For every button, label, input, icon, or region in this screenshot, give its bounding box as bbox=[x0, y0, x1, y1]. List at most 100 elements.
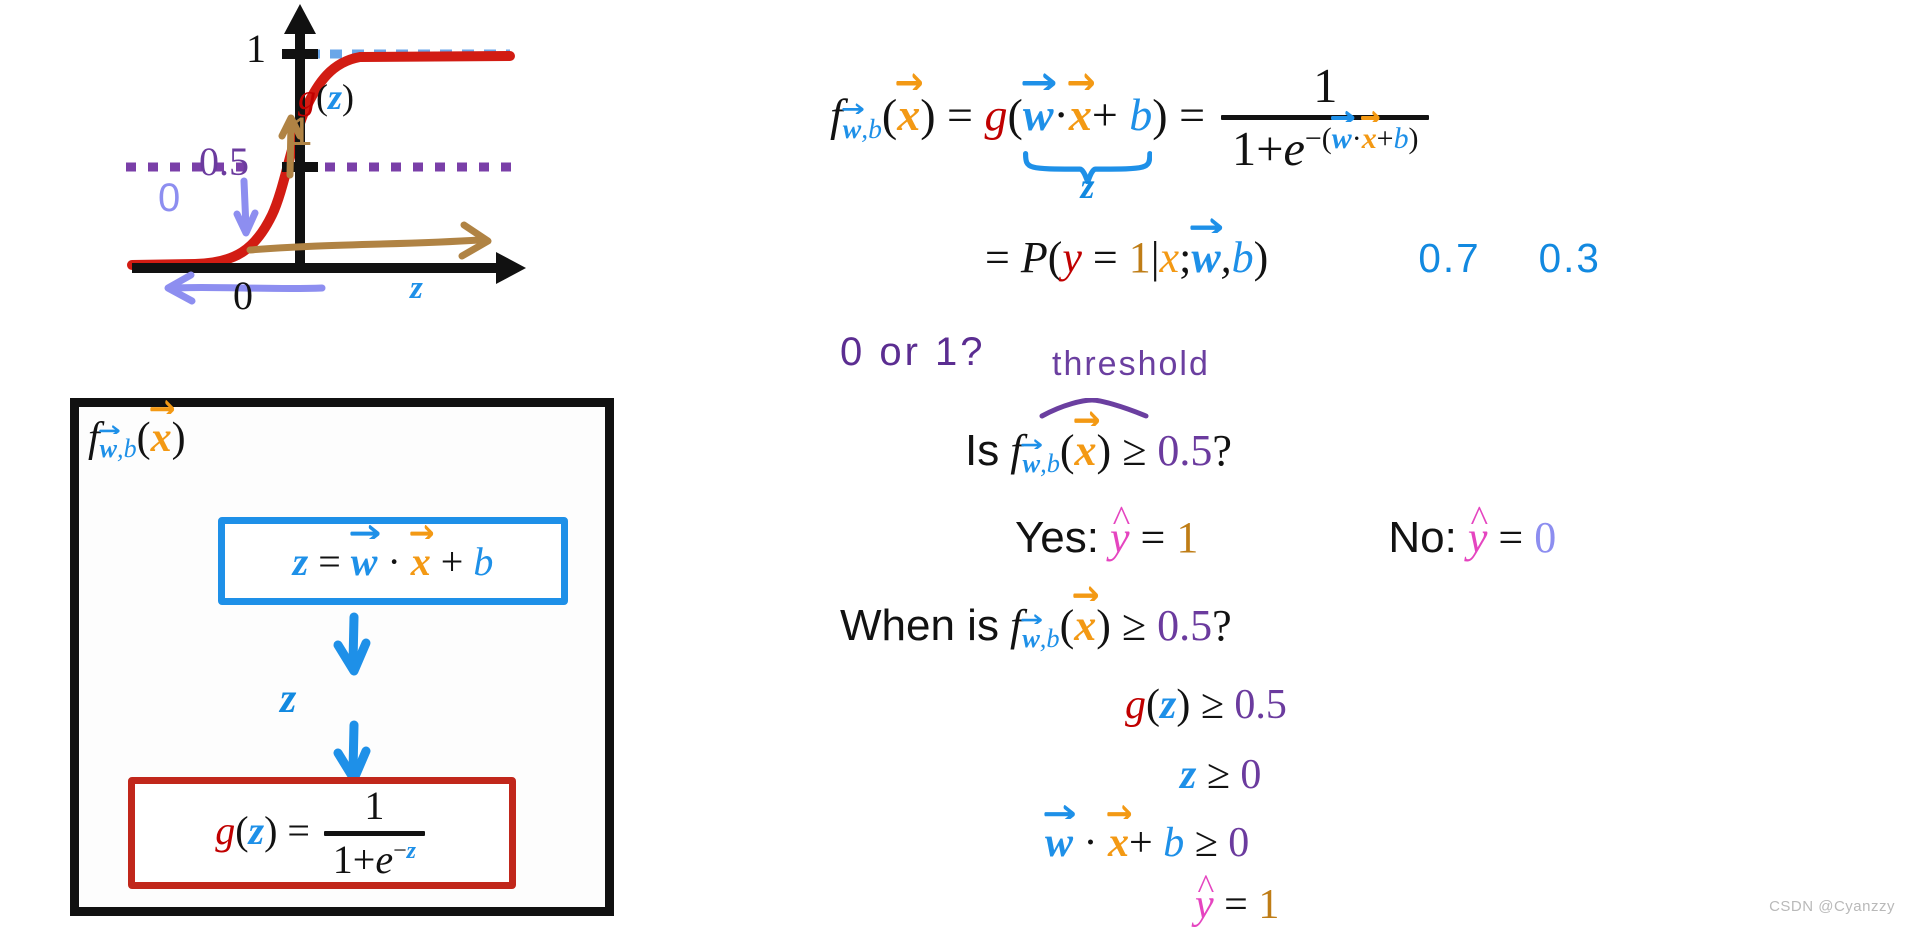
prob-semicolon: ; bbox=[1179, 233, 1192, 282]
wxb-geq: ≥ bbox=[1194, 820, 1218, 866]
main-den-one: 1 bbox=[1232, 123, 1257, 177]
y-tick-label-half: 0.5 bbox=[199, 139, 249, 184]
curve-label-z: z bbox=[328, 77, 343, 117]
no-eq: = bbox=[1498, 513, 1524, 562]
main-w2: w bbox=[1022, 73, 1056, 138]
yes-yhat: ^ y bbox=[1110, 499, 1130, 562]
hat-icon: ^ bbox=[1196, 866, 1212, 907]
main-f: f bbox=[830, 89, 843, 141]
wxb-b: b bbox=[1163, 820, 1185, 866]
is-comma: , bbox=[1040, 448, 1047, 479]
zline-z: z bbox=[1180, 752, 1197, 798]
curve-label-paren-open: ( bbox=[316, 77, 328, 117]
yhat-conclusion: ^ y = 1 bbox=[1195, 869, 1280, 929]
arrow-down-bottom bbox=[333, 720, 371, 784]
vector-arrow-icon bbox=[1021, 438, 1043, 449]
is-b: b bbox=[1046, 448, 1060, 479]
prob-y: y bbox=[1062, 233, 1082, 282]
plot-graphics bbox=[126, 4, 526, 305]
sigmoid-equation: g(z) = 1 1+e−z bbox=[215, 785, 429, 881]
is-x: x bbox=[1073, 410, 1099, 473]
yhat-value: 1 bbox=[1258, 882, 1280, 928]
wxb-inequality: w · x+ b ≥ 0 bbox=[1044, 804, 1249, 867]
main-equation: f w,b(x) = g(w· x+ b z) = 1 1+e−(w· x+b) bbox=[830, 60, 1434, 206]
when-question: ? bbox=[1212, 601, 1232, 650]
prob-one: 1 bbox=[1128, 233, 1151, 282]
when-geq: ≥ bbox=[1121, 601, 1147, 650]
main-frac-den: 1+e−(w· x+b) bbox=[1221, 111, 1429, 177]
main-g-paren-close: ) bbox=[1152, 89, 1168, 141]
prob-value-high: 0.7 bbox=[1418, 235, 1481, 281]
yes-eq: = bbox=[1140, 513, 1166, 562]
no-label: No: bbox=[1388, 513, 1457, 562]
is-paren-close: ) bbox=[1096, 426, 1112, 475]
paren-close: ) bbox=[264, 807, 278, 853]
prob-paren-close: ) bbox=[1253, 233, 1269, 282]
y-tick-label-one: 1 bbox=[246, 26, 266, 71]
vector-arrow-icon bbox=[1073, 584, 1099, 602]
prob-P: P bbox=[1020, 233, 1048, 282]
z-inequality: z ≥ 0 bbox=[1180, 750, 1261, 799]
vector-arrow-icon bbox=[1021, 613, 1043, 624]
probability-equation: = P(y = 1|x; w,b) 0.7 0.3 bbox=[985, 217, 1601, 283]
hat-icon: ^ bbox=[1111, 499, 1128, 541]
main-exp-paren-open: ( bbox=[1321, 122, 1332, 156]
main-x2: x bbox=[1068, 73, 1094, 138]
slide-canvas: 1 0.5 0 z g(z) 1 0 f w,b(x) z = w · x + b bbox=[0, 0, 1907, 929]
main-b2: b bbox=[1129, 89, 1153, 141]
is-question: ? bbox=[1212, 426, 1232, 475]
main-exp-paren-close: ) bbox=[1408, 122, 1419, 156]
underbrace-group: w· x+ bz bbox=[1022, 73, 1153, 206]
main-g-paren-open: ( bbox=[1007, 89, 1023, 141]
main-fraction: 1 1+e−(w· x+b) bbox=[1221, 60, 1430, 177]
yhat-eq: = bbox=[1224, 882, 1248, 928]
main-exp-dot: · bbox=[1351, 122, 1362, 156]
when-x: x bbox=[1073, 585, 1099, 648]
gz-value: 0.5 bbox=[1234, 682, 1287, 728]
gz-inequality: g(z) ≥ 0.5 bbox=[1125, 680, 1287, 729]
main-paren-close: ) bbox=[920, 89, 936, 141]
main-exp-b: b bbox=[1393, 122, 1409, 156]
underbrace-label: z bbox=[1080, 166, 1095, 207]
when-b: b bbox=[1046, 623, 1060, 654]
prob-paren-open: ( bbox=[1047, 233, 1063, 282]
prob-bar: | bbox=[1150, 233, 1160, 282]
gz-z: z bbox=[1160, 682, 1177, 728]
fraction-denominator: 1+e−z bbox=[324, 838, 425, 881]
no-value: 0 bbox=[1534, 513, 1557, 562]
annotation-one-label: 1 bbox=[290, 110, 313, 154]
is-value: 0.5 bbox=[1157, 426, 1213, 475]
vector-arrow-icon bbox=[842, 102, 864, 114]
paren-open: ( bbox=[235, 807, 249, 853]
wxb-plus: + bbox=[1129, 820, 1153, 866]
main-exp-x: x bbox=[1360, 111, 1380, 154]
is-paren-open: ( bbox=[1059, 426, 1075, 475]
annotation-threshold: threshold bbox=[1052, 345, 1210, 383]
gz-paren-open: ( bbox=[1146, 682, 1160, 728]
main-plus: + bbox=[1091, 89, 1118, 141]
model-block-diagram: f w,b(x) z = w · x + b z g(z) = 1 1+e−z bbox=[58, 395, 616, 927]
main-frac-num: 1 bbox=[1313, 60, 1338, 113]
yes-label: Yes: bbox=[1015, 513, 1100, 562]
vector-arrow-icon bbox=[1022, 71, 1057, 90]
gz-g: g bbox=[1125, 682, 1146, 728]
sigmoid-plot: 1 0.5 0 z g(z) 1 0 bbox=[60, 0, 620, 380]
prob-comma: , bbox=[1220, 233, 1232, 282]
when-threshold-question: When is f w,b(x) ≥ 0.5? bbox=[840, 585, 1232, 654]
prob-b: b bbox=[1231, 233, 1254, 282]
hat-icon: ^ bbox=[1469, 499, 1486, 541]
x-tick-label-zero: 0 bbox=[233, 273, 253, 318]
vector-arrow-icon bbox=[1044, 803, 1076, 820]
gz-geq: ≥ bbox=[1200, 682, 1224, 728]
when-value: 0.5 bbox=[1157, 601, 1213, 650]
yes-no-answers: Yes: ^ y = 1 No: ^ y = 0 bbox=[1015, 499, 1557, 563]
vector-arrow-icon bbox=[896, 71, 923, 90]
main-frac-bar bbox=[1221, 115, 1430, 121]
vector-arrow-icon bbox=[1068, 71, 1095, 90]
den-exp-minus: − bbox=[393, 838, 407, 865]
main-x: x bbox=[896, 73, 923, 138]
main-g: g bbox=[984, 89, 1008, 141]
main-dot: · bbox=[1053, 89, 1069, 141]
yes-value: 1 bbox=[1176, 513, 1199, 562]
arrow-down-top bbox=[333, 612, 371, 676]
